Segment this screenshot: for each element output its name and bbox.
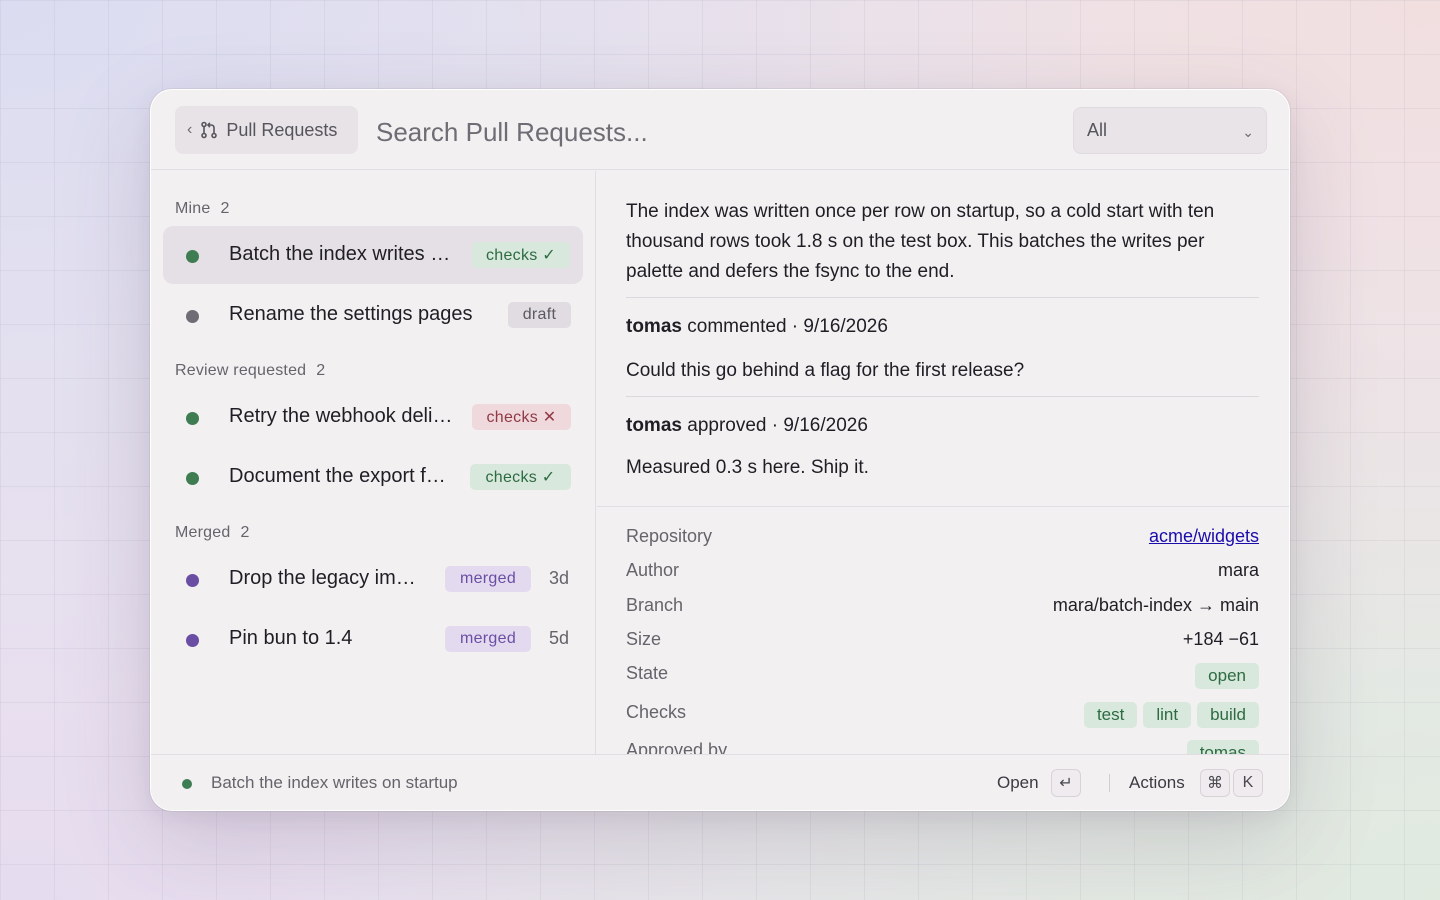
list-item[interactable]: Retry the webhook deli… checks ✕	[163, 388, 583, 446]
list-item[interactable]: Document the export f… checks ✓	[163, 448, 583, 506]
list-item-title: Retry the webhook deli…	[229, 405, 453, 427]
list-item-title: Pin bun to 1.4	[229, 627, 353, 649]
comment-header: tomas commented · 9/16/2026	[626, 316, 888, 338]
section-count: 2	[316, 362, 326, 379]
meta-approved-by: Approved by tomas	[626, 736, 1259, 756]
back-button[interactable]: ‹ Pull Requests	[175, 106, 358, 154]
meta-label: Branch	[626, 595, 684, 615]
back-button-label: Pull Requests	[226, 119, 338, 140]
section-label: Mine	[175, 200, 211, 217]
palette-footer: Batch the index writes on startup Open ↵…	[151, 754, 1289, 810]
author-value: mara	[1217, 560, 1259, 580]
chevron-left-icon: ‹	[187, 121, 193, 138]
section-count: 2	[240, 524, 250, 541]
draft-badge: draft	[508, 302, 571, 328]
checks-badge: checks ✓	[470, 464, 571, 490]
status-dot-icon	[186, 412, 199, 425]
filter-select[interactable]: All ⌄	[1073, 107, 1267, 154]
check-badge: build	[1197, 702, 1259, 728]
command-palette: ‹ Pull Requests All ⌄ Mine 2 Batch the in…	[150, 89, 1290, 811]
section-label: Merged	[175, 524, 231, 541]
actions-button[interactable]: Actions	[1129, 773, 1185, 793]
section-count: 2	[220, 200, 230, 217]
section-title-review-requested: Review requested 2	[175, 362, 325, 380]
comment-action: commented · 9/16/2026	[687, 316, 888, 337]
check-badge: lint	[1143, 702, 1192, 728]
branch-value: mara/batch-index → main	[1052, 595, 1259, 615]
pull-request-list: Mine 2 Batch the index writes … checks ✓ …	[151, 171, 596, 756]
meta-state: State open	[626, 659, 1259, 689]
list-item[interactable]: Rename the settings pages draft	[163, 286, 583, 344]
pr-metadata: Repository acme/widgets Author mara Bran…	[597, 508, 1289, 756]
check-badge: test	[1083, 702, 1138, 728]
selected-item-title: Batch the index writes on startup	[211, 773, 458, 792]
meta-label: Repository	[626, 526, 713, 546]
state-badge: open	[1195, 663, 1259, 689]
command-key-icon: ⌘	[1200, 769, 1230, 797]
divider	[1109, 774, 1110, 792]
comment-author: tomas	[626, 415, 682, 436]
comment-action: approved · 9/16/2026	[687, 415, 868, 436]
list-item-title: Batch the index writes …	[229, 243, 451, 265]
meta-branch: Branch mara/batch-index → main	[626, 591, 1259, 621]
k-key-icon: K	[1233, 769, 1263, 797]
status-dot-icon	[182, 779, 192, 789]
list-item-title: Document the export f…	[229, 465, 446, 487]
palette-header: ‹ Pull Requests All ⌄	[151, 90, 1289, 170]
comment-body: Measured 0.3 s here. Ship it.	[626, 457, 869, 478]
list-item-title: Rename the settings pages	[229, 303, 473, 325]
chevron-down-icon: ⌄	[1242, 124, 1254, 140]
list-item[interactable]: Pin bun to 1.4 merged 5d	[163, 610, 583, 668]
meta-label: Size	[626, 629, 662, 649]
meta-label: Author	[626, 560, 680, 580]
comment-header: tomas approved · 9/16/2026	[626, 415, 868, 437]
status-dot-icon	[186, 250, 199, 263]
open-button[interactable]: Open	[997, 773, 1039, 793]
divider	[626, 396, 1259, 397]
status-dot-icon	[186, 310, 199, 323]
meta-label: Checks	[626, 702, 687, 722]
filter-value: All	[1087, 120, 1108, 140]
comment-body: Could this go behind a flag for the firs…	[626, 360, 1025, 381]
checks-badge: checks ✕	[472, 404, 571, 430]
merged-badge: merged	[445, 566, 531, 592]
size-value: +184 −61	[1182, 629, 1259, 649]
merged-badge: merged	[445, 626, 531, 652]
checks-badge: checks ✓	[472, 242, 570, 268]
enter-key-icon: ↵	[1051, 769, 1081, 797]
age-label: 5d	[549, 628, 570, 648]
meta-checks: Checks test lint build	[626, 698, 1259, 728]
status-dot-icon	[186, 634, 199, 647]
meta-label: State	[626, 663, 669, 683]
meta-size: Size +184 −61	[626, 625, 1259, 655]
search-input[interactable]	[376, 112, 976, 152]
list-item[interactable]: Drop the legacy im… merged 3d	[163, 550, 583, 608]
comment-author: tomas	[626, 316, 682, 337]
section-title-mine: Mine 2	[175, 200, 230, 218]
repository-link[interactable]: acme/widgets	[1149, 526, 1259, 547]
age-label: 3d	[549, 568, 570, 588]
section-label: Review requested	[175, 362, 307, 379]
status-dot-icon	[186, 574, 199, 587]
pr-description: The index was written once per row on st…	[626, 201, 1215, 282]
status-dot-icon	[186, 472, 199, 485]
section-title-merged: Merged 2	[175, 524, 250, 542]
meta-author: Author mara	[626, 556, 1259, 586]
pull-request-detail: The index was written once per row on st…	[597, 171, 1289, 507]
list-item[interactable]: Batch the index writes … checks ✓	[163, 226, 583, 284]
pull-request-icon	[201, 121, 218, 139]
list-item-title: Drop the legacy im…	[229, 567, 416, 589]
meta-repository: Repository acme/widgets	[626, 522, 1259, 552]
divider	[626, 297, 1259, 298]
